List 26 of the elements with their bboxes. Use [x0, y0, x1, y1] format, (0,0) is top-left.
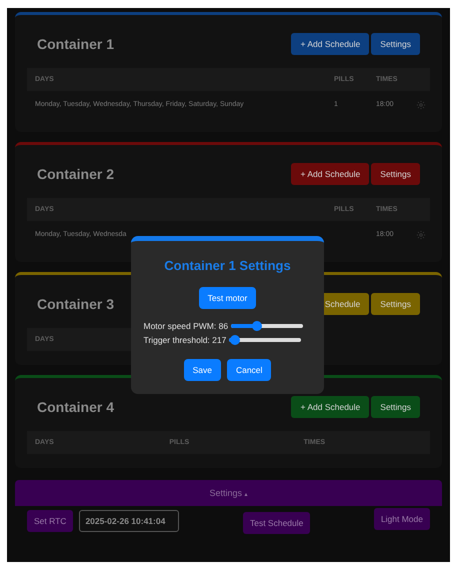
- light-mode-button[interactable]: Light Mode: [374, 508, 430, 530]
- slider-track[interactable]: [231, 324, 304, 328]
- dialog-title: Container 1 Settings: [164, 258, 291, 273]
- container-title: Container 3: [37, 296, 114, 312]
- slider-thumb[interactable]: [230, 335, 240, 345]
- container-title: Container 1: [37, 36, 114, 52]
- container-title: Container 2: [37, 166, 114, 182]
- add-schedule-button[interactable]: + Add Schedule: [291, 396, 370, 418]
- container-title: Container 4: [37, 399, 114, 415]
- test-schedule-button[interactable]: Test Schedule: [242, 512, 310, 534]
- datetime-field[interactable]: 2025-02-26 10:41:04: [79, 510, 180, 532]
- cancel-button[interactable]: Cancel: [226, 359, 272, 381]
- add-schedule-button[interactable]: + Add Schedule: [291, 163, 370, 185]
- slider-label: Motor speed PWM: 86: [144, 321, 228, 331]
- slider-thumb[interactable]: [252, 321, 262, 331]
- settings-button[interactable]: Settings: [371, 396, 420, 418]
- gear-icon[interactable]: [416, 100, 426, 110]
- settings-button[interactable]: Settings: [371, 163, 420, 185]
- settings-button[interactable]: Settings: [371, 293, 420, 315]
- gear-icon[interactable]: [416, 230, 426, 240]
- save-button[interactable]: Save: [184, 359, 221, 381]
- settings-button[interactable]: Settings: [371, 33, 420, 55]
- test-motor-button[interactable]: Test motor: [198, 287, 256, 309]
- add-schedule-button[interactable]: + Add Schedule: [291, 33, 370, 55]
- slider-track[interactable]: [229, 338, 302, 342]
- set-rtc-button[interactable]: Set RTC: [27, 510, 74, 532]
